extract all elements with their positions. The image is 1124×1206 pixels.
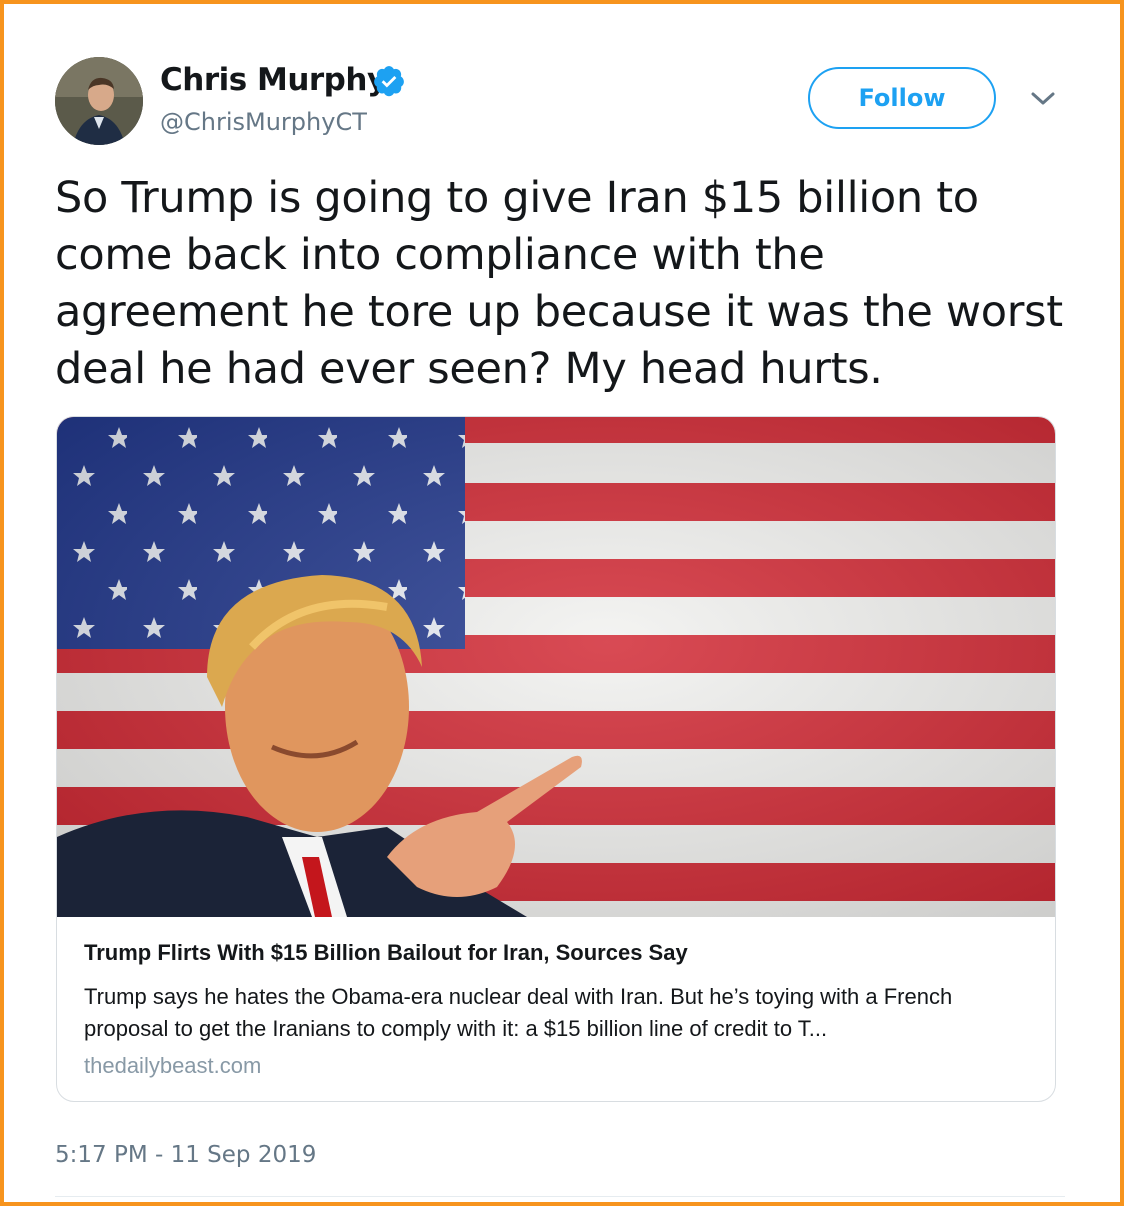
author-name[interactable]: Chris Murphy <box>160 62 387 98</box>
avatar[interactable] <box>55 57 143 145</box>
tweet-text: So Trump is going to give Iran $15 billi… <box>55 173 1063 394</box>
card-domain[interactable]: thedailybeast.com <box>84 1053 261 1079</box>
verified-badge-icon <box>374 66 404 97</box>
card-title[interactable]: Trump Flirts With $15 Billion Bailout fo… <box>84 940 1034 966</box>
link-card[interactable]: Trump Flirts With $15 Billion Bailout fo… <box>56 416 1056 1102</box>
divider <box>55 1196 1065 1197</box>
chevron-down-icon[interactable] <box>1030 90 1056 108</box>
card-image <box>57 417 1055 917</box>
timestamp[interactable]: 5:17 PM - 11 Sep 2019 <box>55 1142 316 1168</box>
author-handle[interactable]: @ChrisMurphyCT <box>160 108 367 136</box>
card-description: Trump says he hates the Obama-era nuclea… <box>84 984 953 1041</box>
follow-button[interactable]: Follow <box>808 67 996 129</box>
